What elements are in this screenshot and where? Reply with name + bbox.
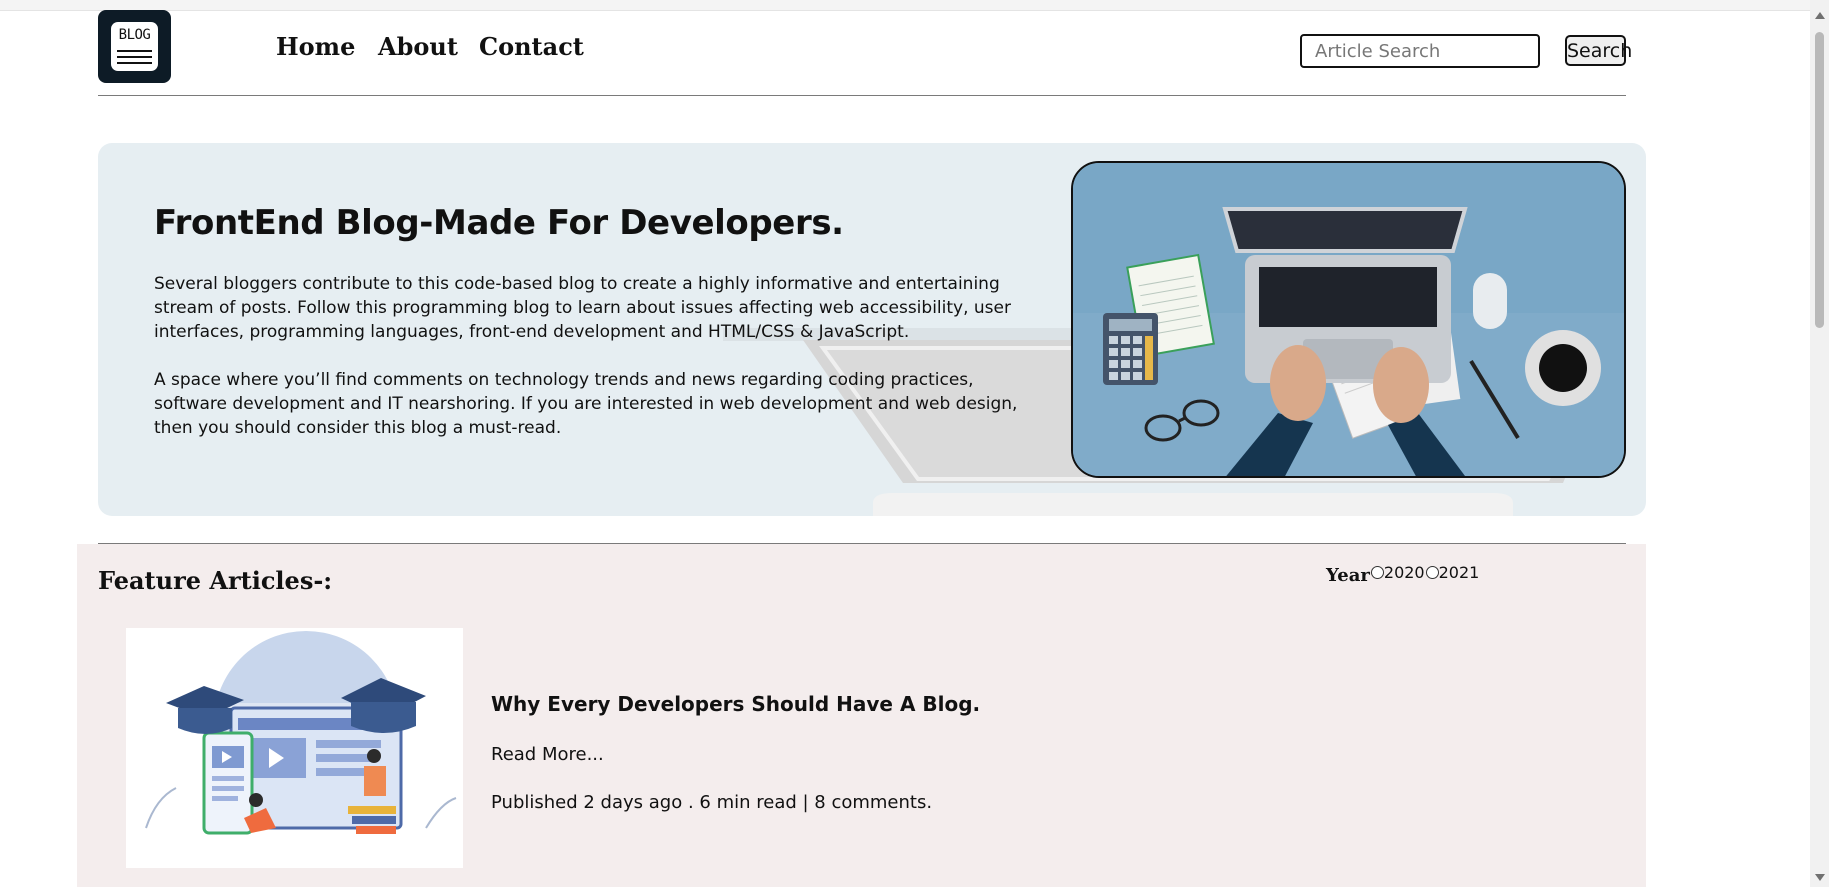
scroll-down-arrow-icon[interactable]	[1815, 874, 1825, 881]
year-radio-2020[interactable]	[1370, 565, 1384, 579]
online-education-illustration-icon	[126, 628, 463, 868]
header-divider	[98, 95, 1626, 96]
nav-about-link[interactable]: About	[378, 32, 458, 61]
scroll-up-arrow-icon[interactable]	[1815, 12, 1825, 19]
laptop-desk-illustration-icon	[1073, 163, 1624, 476]
year-filter: Year 2020 2021	[1326, 560, 1479, 590]
logo-icon: BLOG	[111, 22, 158, 71]
article-image[interactable]	[126, 628, 463, 868]
nav-home-link[interactable]: Home	[276, 32, 355, 61]
nav-contact-link[interactable]: Contact	[479, 32, 584, 61]
year-option-2020-label: 2020	[1383, 563, 1425, 582]
year-radio-2021[interactable]	[1425, 565, 1439, 579]
browser-top-strip	[0, 0, 1810, 11]
hero-title: FrontEnd Blog-Made For Developers.	[154, 203, 844, 243]
logo-text: BLOG	[118, 27, 151, 43]
hero-section: FrontEnd Blog-Made For Developers. Sever…	[98, 143, 1646, 516]
hero-paragraph-2: A space where you’ll find comments on te…	[154, 370, 1018, 438]
year-option-2021-label: 2021	[1438, 563, 1480, 582]
article-meta: Published 2 days ago . 6 min read | 8 co…	[491, 792, 933, 813]
article-title[interactable]: Why Every Developers Should Have A Blog.	[491, 692, 980, 716]
scrollbar-thumb[interactable]	[1815, 32, 1824, 328]
featured-title: Feature Articles-:	[98, 566, 333, 595]
search-button[interactable]: Search	[1565, 35, 1632, 66]
year-filter-label: Year	[1326, 564, 1370, 586]
featured-articles-section: Feature Articles-: Year 2020 2021 Why Ev…	[77, 544, 1646, 887]
blog-logo[interactable]: BLOG	[98, 10, 171, 83]
read-more-link[interactable]: Read More...	[491, 744, 604, 765]
article-search-input[interactable]	[1300, 34, 1540, 68]
hero-paragraph-1: Several bloggers contribute to this code…	[154, 274, 1011, 342]
hero-image	[1071, 161, 1626, 478]
page-scrollbar[interactable]	[1810, 0, 1829, 887]
